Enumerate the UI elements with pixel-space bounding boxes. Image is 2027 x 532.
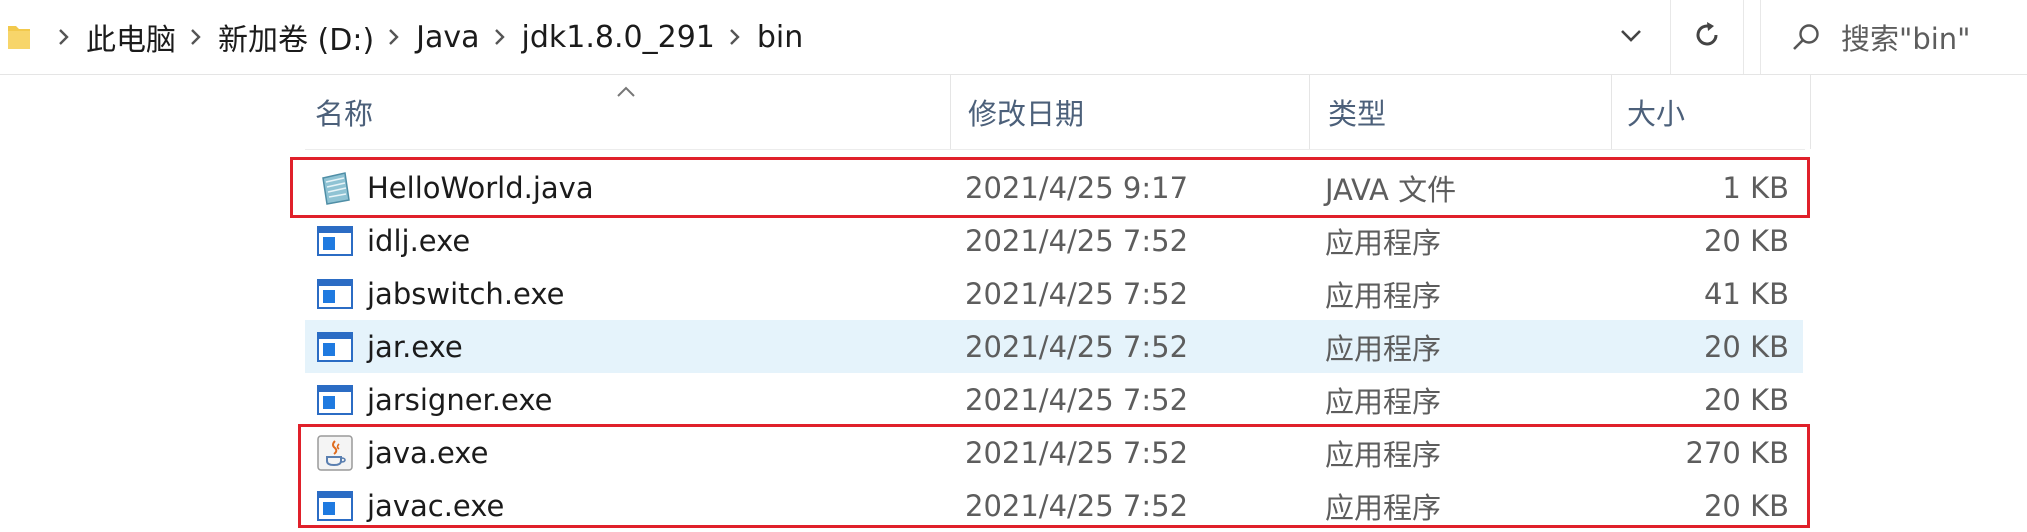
file-name-cell: jabswitch.exe: [315, 267, 564, 320]
application-icon: [315, 274, 355, 314]
file-type: 应用程序: [1325, 278, 1442, 313]
application-icon: [315, 221, 355, 261]
breadcrumb[interactable]: 此电脑 新加卷 (D:) Java jdk1.8.0_291 bin: [48, 0, 807, 74]
breadcrumb-item-bin[interactable]: bin: [753, 20, 807, 55]
file-row[interactable]: jar.exe 2021/4/25 7:52 应用程序 20 KB: [305, 320, 1803, 373]
file-size: 1 KB: [1722, 170, 1789, 205]
address-history-dropdown[interactable]: [1600, 0, 1662, 74]
file-name-cell: java.exe: [315, 426, 488, 479]
file-row[interactable]: java.exe 2021/4/25 7:52 应用程序 270 KB: [305, 426, 1803, 479]
search-input[interactable]: 搜索"bin": [1760, 0, 2027, 74]
file-type: 应用程序: [1325, 384, 1442, 419]
address-bar: 此电脑 新加卷 (D:) Java jdk1.8.0_291 bin 搜索"bi…: [0, 0, 2027, 75]
file-row[interactable]: jarsigner.exe 2021/4/25 7:52 应用程序 20 KB: [305, 373, 1803, 426]
file-name-cell: idlj.exe: [315, 214, 470, 267]
file-name: HelloWorld.java: [367, 170, 594, 205]
file-type: 应用程序: [1325, 331, 1442, 366]
java-source-file-icon: [315, 168, 355, 208]
search-placeholder: 搜索"bin": [1841, 22, 1971, 56]
file-name-cell: jar.exe: [315, 320, 463, 373]
file-name-cell: HelloWorld.java: [315, 161, 594, 214]
file-size: 270 KB: [1685, 435, 1789, 470]
column-header-name[interactable]: 名称: [305, 75, 951, 149]
chevron-right-icon[interactable]: [490, 28, 510, 46]
file-name-cell: javac.exe: [315, 479, 504, 532]
file-name-cell: jarsigner.exe: [315, 373, 552, 426]
java-coffee-icon: [315, 433, 355, 473]
breadcrumb-item-java[interactable]: Java: [412, 20, 483, 55]
breadcrumb-item-jdk[interactable]: jdk1.8.0_291: [518, 20, 719, 55]
file-row[interactable]: idlj.exe 2021/4/25 7:52 应用程序 20 KB: [305, 214, 1803, 267]
column-header-row: 名称 修改日期 类型 大小: [0, 75, 2027, 149]
file-name: jarsigner.exe: [367, 382, 553, 417]
refresh-button[interactable]: [1670, 0, 1744, 74]
chevron-right-icon[interactable]: [186, 28, 206, 46]
file-row[interactable]: javac.exe 2021/4/25 7:52 应用程序 20 KB: [305, 479, 1803, 532]
folder-icon: [6, 22, 32, 56]
file-date: 2021/4/25 7:52: [965, 276, 1189, 311]
header-divider: [305, 149, 1805, 150]
file-date: 2021/4/25 9:17: [965, 170, 1189, 205]
application-icon: [315, 327, 355, 367]
chevron-right-icon[interactable]: [384, 28, 404, 46]
column-header-date-label: 修改日期: [968, 97, 1085, 131]
file-type: 应用程序: [1325, 490, 1442, 525]
file-type: 应用程序: [1325, 437, 1442, 472]
column-header-type-label: 类型: [1328, 97, 1387, 131]
column-header-size[interactable]: 大小: [1617, 75, 1811, 149]
file-size: 41 KB: [1703, 276, 1789, 311]
column-header-size-label: 大小: [1627, 97, 1686, 131]
file-size: 20 KB: [1703, 223, 1789, 258]
file-row[interactable]: HelloWorld.java 2021/4/25 9:17 JAVA 文件 1…: [305, 161, 1803, 214]
chevron-right-icon[interactable]: [54, 28, 74, 46]
file-date: 2021/4/25 7:52: [965, 329, 1189, 364]
file-name: javac.exe: [367, 488, 505, 523]
file-date: 2021/4/25 7:52: [965, 382, 1189, 417]
breadcrumb-item-drive[interactable]: 新加卷 (D:): [214, 15, 378, 59]
file-row[interactable]: jabswitch.exe 2021/4/25 7:52 应用程序 41 KB: [305, 267, 1803, 320]
column-header-type[interactable]: 类型: [1318, 75, 1612, 149]
file-date: 2021/4/25 7:52: [965, 435, 1189, 470]
file-size: 20 KB: [1703, 329, 1789, 364]
application-icon: [315, 486, 355, 526]
column-header-name-label: 名称: [315, 97, 374, 131]
chevron-down-icon: [1620, 28, 1642, 47]
file-size: 20 KB: [1703, 382, 1789, 417]
file-name: jar.exe: [367, 329, 463, 364]
refresh-icon: [1692, 20, 1722, 54]
column-header-date[interactable]: 修改日期: [958, 75, 1310, 149]
file-list: 名称 修改日期 类型 大小 HelloWorld.java 2021/4/25 …: [0, 75, 2027, 529]
breadcrumb-item-this-pc[interactable]: 此电脑: [82, 15, 180, 59]
file-name: jabswitch.exe: [367, 276, 565, 311]
application-icon: [315, 380, 355, 420]
chevron-right-icon[interactable]: [725, 28, 745, 46]
file-name: idlj.exe: [367, 223, 471, 258]
file-name: java.exe: [367, 435, 489, 470]
file-size: 20 KB: [1703, 488, 1789, 523]
file-date: 2021/4/25 7:52: [965, 488, 1189, 523]
file-type: 应用程序: [1325, 225, 1442, 260]
search-icon: [1791, 22, 1821, 52]
file-type: JAVA 文件: [1325, 172, 1457, 207]
file-date: 2021/4/25 7:52: [965, 223, 1189, 258]
